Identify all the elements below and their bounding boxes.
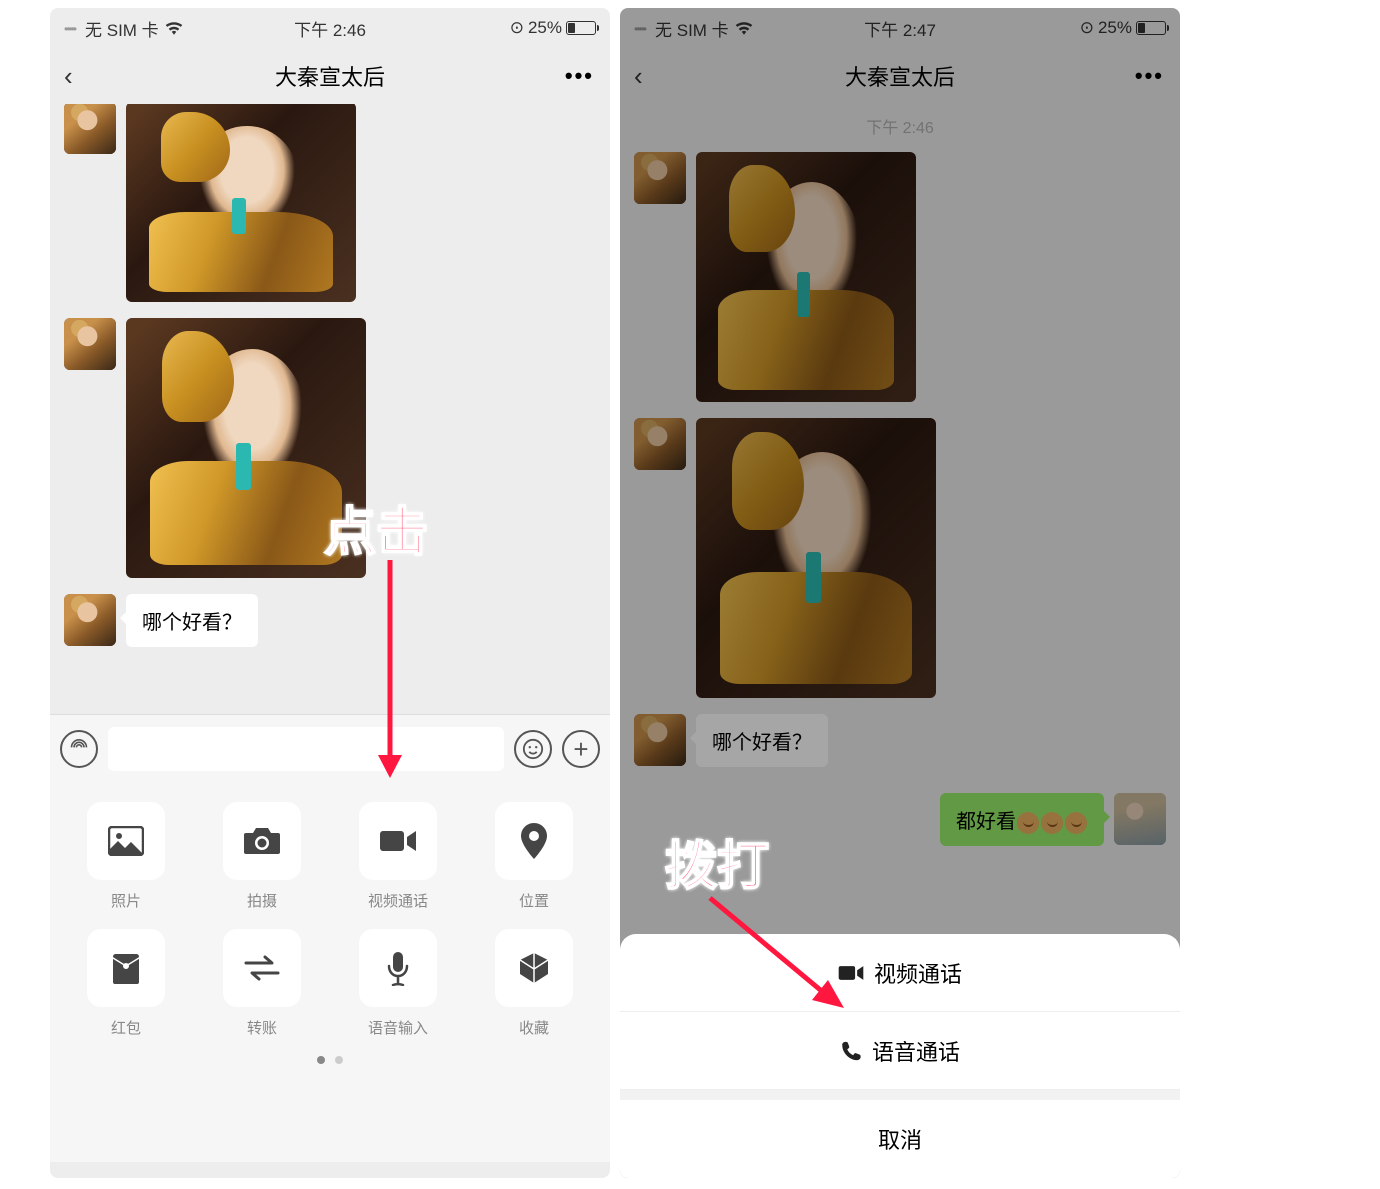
avatar[interactable] [1114,793,1166,845]
panel-label: 照片 [111,890,141,911]
image-message[interactable] [696,152,916,402]
sheet-cancel[interactable]: 取消 [620,1100,1180,1178]
panel-label: 视频通话 [368,890,428,911]
battery-icon [566,21,596,35]
panel-photo[interactable] [87,802,165,880]
panel-voice-input[interactable] [359,929,437,1007]
text-bubble[interactable]: 哪个好看？ [126,594,258,647]
avatar[interactable] [634,714,686,766]
chat-scroll[interactable]: 哪个好看？ [50,104,610,714]
panel-camera[interactable] [223,802,301,880]
emoji-icon [1041,812,1063,834]
avatar[interactable] [64,104,116,154]
panel-label: 转账 [247,1017,277,1038]
avatar[interactable] [634,418,686,470]
clock-label: 下午 2:47 [864,16,936,41]
message-row [620,144,1180,410]
panel-transfer[interactable] [223,929,301,1007]
carrier-label: 无 SIM 卡 [655,16,729,41]
battery-icon [1136,21,1166,35]
text-bubble[interactable]: 哪个好看？ [696,714,828,767]
nav-bar: ‹ 大秦宣太后 ••• [620,48,1180,104]
battery-label: 25% [1098,18,1132,38]
panel-label: 语音输入 [368,1017,428,1038]
phone-icon [840,1040,862,1062]
sheet-label: 语音通话 [872,1035,960,1067]
chat-title: 大秦宣太后 [620,60,1180,92]
alarm-icon: ⊙ [1080,18,1094,38]
clock-label: 下午 2:46 [294,16,366,41]
panel-label: 收藏 [519,1017,549,1038]
voice-mode-icon[interactable] [60,730,98,768]
status-bar: 无 SIM 卡 下午 2:47 ⊙ 25% [620,8,1180,48]
text-bubble[interactable]: 都好看 [940,793,1104,846]
chat-title: 大秦宣太后 [50,60,610,92]
message-row: 哪个好看？ [50,586,610,655]
emoji-icon [1017,812,1039,834]
nav-bar: ‹ 大秦宣太后 ••• [50,48,610,104]
message-row: 哪个好看？ [620,706,1180,775]
annotation-dial: 拨打 [665,824,769,899]
panel-video-call[interactable] [359,802,437,880]
signal-dots-icon [634,18,649,38]
panel-label: 红包 [111,1017,141,1038]
panel-location[interactable] [495,802,573,880]
status-bar: 无 SIM 卡 下午 2:46 ⊙ 25% [50,8,610,48]
emoji-icon[interactable] [514,730,552,768]
avatar[interactable] [634,152,686,204]
avatar[interactable] [64,594,116,646]
message-row [620,410,1180,706]
attachment-panel: 照片 拍摄 视频通话 位置 红包 转账 语音输入 收藏 [50,782,610,1162]
sheet-voice-call[interactable]: 语音通话 [620,1012,1180,1090]
alarm-icon: ⊙ [510,18,524,38]
sheet-label: 视频通话 [874,957,962,989]
message-input[interactable] [108,727,504,771]
avatar[interactable] [64,318,116,370]
timestamp: 下午 2:46 [620,104,1180,144]
carrier-label: 无 SIM 卡 [85,16,159,41]
panel-label: 位置 [519,890,549,911]
emoji-icon [1065,812,1087,834]
plus-icon[interactable]: + [562,730,600,768]
more-icon[interactable]: ••• [565,63,594,89]
arrow-icon [700,888,860,1018]
image-message[interactable] [126,104,356,302]
phone-left: 无 SIM 卡 下午 2:46 ⊙ 25% ‹ 大秦宣太后 ••• 哪个好看？ [50,8,610,1178]
signal-dots-icon [64,18,79,38]
image-message[interactable] [696,418,936,698]
chat-scroll[interactable]: 下午 2:46 哪个好看？ 都好看 [620,104,1180,924]
panel-favorite[interactable] [495,929,573,1007]
more-icon[interactable]: ••• [1135,63,1164,89]
input-bar: + [50,714,610,782]
message-row [50,104,610,310]
panel-redpacket[interactable] [87,929,165,1007]
wifi-icon [165,21,183,35]
annotation-click: 点击 [324,490,428,565]
sheet-label: 取消 [878,1123,922,1155]
battery-label: 25% [528,18,562,38]
panel-label: 拍摄 [247,890,277,911]
wifi-icon [735,21,753,35]
arrow-icon [370,560,410,780]
page-indicator [62,1056,598,1064]
